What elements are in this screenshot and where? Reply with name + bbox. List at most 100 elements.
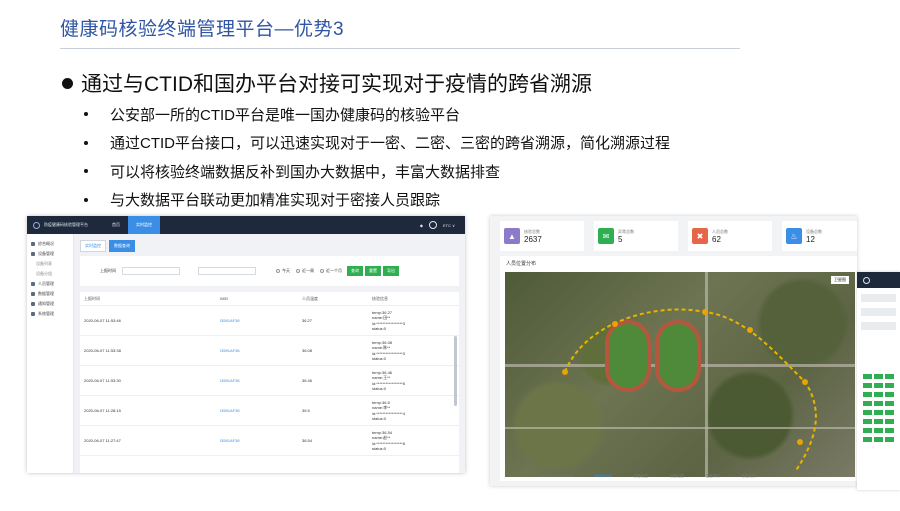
status-badge (863, 428, 872, 433)
stat-value: 2637 (524, 234, 542, 244)
user-avatar-icon[interactable] (428, 221, 437, 229)
footer-legend-fail: 核验失败 (741, 474, 756, 478)
bell-icon (31, 302, 35, 306)
sidebar-item-system[interactable]: 系统管理 (27, 309, 73, 319)
status-badges (863, 374, 894, 446)
table-row[interactable]: 2020-06-07 11:53:38 I3591AF36 36.08 temp… (80, 336, 459, 366)
start-date-input[interactable] (122, 267, 180, 275)
badge-row (863, 419, 894, 424)
filter-buttons: 查询 重置 导出 (347, 266, 399, 276)
reset-button[interactable]: 重置 (365, 266, 381, 276)
imei-link[interactable]: I3591AF36 (220, 348, 240, 353)
sub-bullet-text: 公安部一所的CTID平台是唯一国办健康码的核验平台 (110, 106, 460, 124)
stat-card-devices[interactable]: ♨ 设备总数 12 (782, 221, 857, 251)
radio-month[interactable]: 近一个月 (320, 268, 342, 274)
status-badge (885, 401, 894, 406)
footer-imei[interactable]: I3591AF36 (595, 474, 612, 479)
info-line: status:0 (372, 446, 387, 451)
stat-card-exceptions[interactable]: ✉ 异常总数 5 (594, 221, 678, 251)
filter-label: 上报时间 (100, 268, 116, 273)
user-icon (31, 282, 35, 286)
badge-row (863, 401, 894, 406)
map-type-toggle[interactable]: 卫星图 (831, 276, 849, 284)
status-badge (874, 383, 883, 388)
status-badge (885, 419, 894, 424)
status-badge (874, 374, 883, 379)
sidebar-item-devices[interactable]: 设备管理 (27, 249, 73, 259)
cell-imei: I3591AF36 (220, 408, 302, 413)
sidebar-item-label: 通知管理 (38, 301, 54, 306)
app-name: 防疫健康码核验管理平台 (44, 222, 88, 227)
footer-legend-trace: 核验轨迹 (633, 474, 648, 478)
status-badge (885, 392, 894, 397)
status-badge (863, 374, 872, 379)
radio-circle-icon (276, 269, 280, 273)
status-badge (863, 401, 872, 406)
sub-bullet: 与大数据平台联动更加精准实现对于密接人员跟踪 (84, 186, 670, 215)
status-badge (885, 437, 894, 442)
bell-icon[interactable]: ◆ (420, 223, 423, 228)
stat-value: 12 (806, 234, 815, 244)
user-menu[interactable]: ETC ∨ (443, 223, 455, 228)
sidebar: 综合概况 设备管理 设备列表 设备分组 人员管理 数据管理 通知管理 系统管理 (27, 234, 74, 473)
imei-link[interactable]: I3591AF36 (220, 378, 240, 383)
col-time: 上报时间 (84, 295, 100, 301)
cell-time: 2020-06-07 11:27:47 (84, 438, 121, 443)
sidebar-item-overview[interactable]: 综合概况 (27, 239, 73, 249)
imei-link[interactable]: I3591AF36 (220, 408, 240, 413)
table-row[interactable]: 2020-06-07 11:28:15 I3591AF36 36.5 temp:… (80, 396, 459, 426)
table-scrollbar[interactable] (454, 336, 457, 406)
table-row[interactable]: 2020-06-07 11:53:30 I3591AF36 36.46 temp… (80, 366, 459, 396)
placeholder-bar (861, 322, 896, 330)
col-info: 核验信息 (372, 295, 388, 301)
footer-legend-device: 设备位置 (669, 474, 684, 478)
mail-icon: ✉ (598, 228, 614, 244)
partial-screenshot (857, 272, 900, 490)
status-badge (874, 419, 883, 424)
cell-temp: 36.08 (302, 348, 313, 353)
map-footer: 2020-06-15 10:21:32 I3591AF36 核验轨迹 设备位置 … (540, 474, 756, 479)
stat-card-verifications[interactable]: ▲ 核验总数 2637 (500, 221, 584, 251)
location-pin-icon (612, 321, 618, 327)
sidebar-item-device-list[interactable]: 设备列表 (27, 259, 73, 269)
sidebar-item-data[interactable]: 数据管理 (27, 289, 73, 299)
status-badge (885, 410, 894, 415)
sidebar-item-label: 数据管理 (38, 291, 54, 296)
radio-today[interactable]: 今天 (276, 268, 290, 274)
cell-temp: 36.54 (302, 438, 313, 443)
sidebar-item-label: 设备管理 (38, 251, 54, 256)
status-badge (863, 437, 872, 442)
status-badge (874, 392, 883, 397)
satellite-map[interactable]: 卫星图 (505, 272, 855, 477)
stat-label: 设备总数 (806, 228, 822, 234)
cell-time: 2020-06-07 11:28:15 (84, 408, 121, 413)
radio-week[interactable]: 近一周 (296, 268, 314, 274)
title-divider (60, 48, 740, 49)
sidebar-item-device-groups[interactable]: 设备分组 (27, 269, 73, 279)
sidebar-item-label: 设备列表 (36, 261, 52, 266)
stat-value: 5 (618, 234, 623, 244)
sidebar-item-people[interactable]: 人员管理 (27, 279, 73, 289)
export-button[interactable]: 导出 (383, 266, 399, 276)
imei-link[interactable]: I3591AF36 (220, 318, 240, 323)
table-row[interactable]: 2020-06-07 11:27:47 I3591AF36 36.54 temp… (80, 426, 459, 456)
sub-bullet-text: 可以将核验终端数据反补到国办大数据中，丰富大数据排查 (110, 163, 501, 181)
stat-card-people[interactable]: ✖ 人员总数 62 (688, 221, 772, 251)
table-row[interactable]: 2020-06-07 11:53:46 I3591AF36 36.27 temp… (80, 306, 459, 336)
sidebar-item-notifications[interactable]: 通知管理 (27, 299, 73, 309)
bullet-dot-icon (84, 112, 88, 117)
tab-home[interactable]: 首页 (104, 216, 128, 234)
badge-row (863, 392, 894, 397)
sub-bullet-text: 通过CTID平台接口，可以迅速实现对于一密、二密、三密的跨省溯源，简化溯源过程 (110, 135, 670, 153)
tab-realtime-monitor[interactable]: 实时监控 (80, 240, 106, 252)
top-bar-right: ◆ ETC ∨ (420, 221, 465, 229)
info-line: status:0 (372, 326, 387, 331)
imei-link[interactable]: I3591AF36 (220, 438, 240, 443)
placeholder-bar (861, 294, 896, 302)
tab-data-query[interactable]: 数据查询 (109, 240, 135, 252)
tab-realtime[interactable]: 实时监控 (128, 216, 160, 234)
cell-imei: I3591AF36 (220, 378, 302, 383)
footer-time: 2020-06-15 10:21:32 (540, 474, 573, 478)
query-button[interactable]: 查询 (347, 266, 363, 276)
end-date-input[interactable] (198, 267, 256, 275)
